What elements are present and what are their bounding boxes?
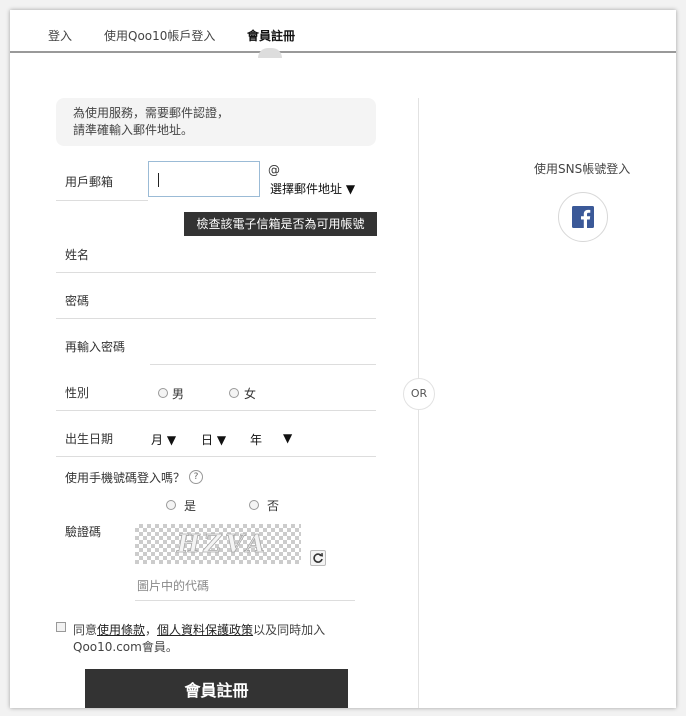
captcha-text-graphic: HZVA (176, 529, 269, 559)
help-icon[interactable]: ? (189, 470, 203, 484)
row-divider (56, 456, 376, 457)
row-divider (56, 318, 376, 319)
tab-login[interactable]: 登入 (48, 27, 72, 44)
row-divider (56, 410, 376, 411)
password-confirm-label: 再輸入密碼 (65, 340, 126, 354)
gender-female-label: 女 (244, 387, 257, 401)
gender-female-radio[interactable] (229, 388, 239, 398)
agree-prefix: 同意 (73, 623, 98, 637)
email-input[interactable] (148, 161, 260, 197)
active-tab-indicator (258, 48, 282, 58)
agree-separator: ， (145, 623, 158, 637)
privacy-policy-link[interactable]: 個人資料保護政策 (157, 623, 253, 637)
terms-link[interactable]: 使用條款 (97, 623, 145, 637)
phone-no-radio[interactable] (249, 500, 259, 510)
captcha-image: HZVA (135, 524, 301, 564)
or-separator: OR (403, 378, 435, 410)
gender-label: 性別 (65, 386, 90, 400)
birth-year-select[interactable]: 年 (250, 431, 262, 448)
sns-login-title: 使用SNS帳號登入 (534, 162, 631, 176)
email-domain-select[interactable]: 選擇郵件地址 ▼ (270, 180, 355, 197)
captcha-code: HZVA (176, 529, 269, 558)
check-email-button[interactable]: 檢查該電子信箱是否為可用帳號 (184, 212, 377, 236)
at-symbol: @ (268, 163, 280, 177)
agree-checkbox[interactable] (56, 622, 66, 632)
row-divider (56, 272, 376, 273)
tab-bar: 登入 使用Qoo10帳戶登入 會員註冊 (10, 10, 676, 53)
notice-line-1: 為使用服務，需要郵件認證， (73, 106, 230, 120)
birth-day-select[interactable]: 日 ▼ (201, 431, 226, 448)
email-verification-notice: 為使用服務，需要郵件認證， 請準確輸入郵件地址。 (56, 98, 376, 146)
registration-page: 登入 使用Qoo10帳戶登入 會員註冊 為使用服務，需要郵件認證， 請準確輸入郵… (10, 10, 676, 708)
name-label: 姓名 (65, 248, 90, 262)
birth-date-label: 出生日期 (65, 432, 114, 446)
password-label: 密碼 (65, 294, 90, 308)
facebook-icon (572, 206, 594, 228)
phone-no-label: 否 (267, 499, 280, 513)
captcha-input[interactable] (135, 571, 355, 601)
phone-yes-label: 是 (184, 499, 197, 513)
gender-male-label: 男 (172, 387, 185, 401)
birth-month-select[interactable]: 月 ▼ (151, 431, 176, 448)
agreement-text: 同意使用條款，個人資料保護政策以及同時加入 Qoo10.com會員。 (73, 622, 363, 656)
row-divider (150, 364, 376, 365)
email-label: 用戶郵箱 (65, 175, 114, 189)
facebook-login-button[interactable] (558, 192, 608, 242)
phone-yes-radio[interactable] (166, 500, 176, 510)
row-divider (56, 200, 148, 201)
refresh-arrow (313, 552, 323, 563)
agree-line-2: Qoo10.com會員。 (73, 640, 178, 654)
captcha-label: 驗證碼 (65, 525, 102, 539)
birth-year-arrow[interactable]: ▼ (283, 431, 292, 445)
refresh-icon[interactable] (310, 550, 326, 566)
tab-register[interactable]: 會員註冊 (247, 27, 295, 44)
notice-line-2: 請準確輸入郵件地址。 (73, 123, 194, 137)
tab-qoo10-login[interactable]: 使用Qoo10帳戶登入 (104, 27, 215, 44)
phone-login-label: 使用手機號碼登入嗎？ (65, 471, 186, 485)
gender-male-radio[interactable] (158, 388, 168, 398)
text-caret (158, 173, 159, 187)
register-submit-button[interactable]: 會員註冊 (85, 669, 348, 708)
agree-suffix: 以及同時加入 (253, 623, 326, 637)
